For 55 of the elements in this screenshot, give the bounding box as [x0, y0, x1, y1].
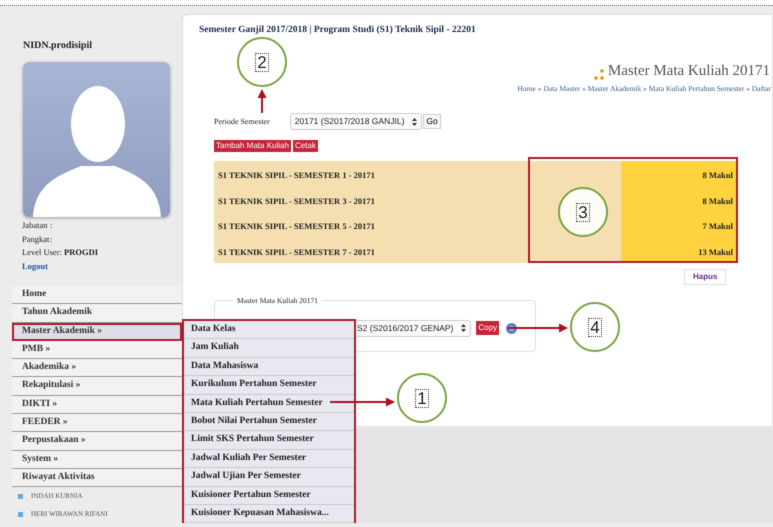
- submenu-item[interactable]: Kurikulum Pertahun Semester: [184, 376, 354, 395]
- callout-number: 4: [589, 318, 601, 336]
- menu-item[interactable]: System »: [12, 450, 182, 469]
- help-icon[interactable]: [506, 322, 518, 334]
- submenu-item[interactable]: Data Kelas: [184, 321, 354, 340]
- menu-item[interactable]: Riwayat Aktivitas: [12, 468, 182, 488]
- submenu-item[interactable]: Jadwal Kuliah Per Semester: [184, 450, 354, 468]
- bullet-icon: [18, 494, 23, 499]
- callout-number: 2: [256, 54, 268, 70]
- submenu-item[interactable]: Bobot Nilai Pertahun Semester: [184, 412, 354, 432]
- page-header: Semester Ganjil 2017/2018 | Program Studi (S1) Teknik Sipil - 22201: [199, 24, 477, 37]
- menu-item[interactable]: PMB »: [12, 340, 182, 360]
- submenu-item[interactable]: Jadwal Ujian Per Semester: [184, 468, 354, 487]
- menu-item[interactable]: Home: [12, 286, 182, 304]
- menu-item[interactable]: Perpustakaan »: [12, 432, 182, 451]
- action-button[interactable]: Tambah Mata Kuliah: [214, 140, 291, 152]
- arrow: [258, 89, 266, 113]
- menu-item[interactable]: Master Akademik »: [12, 322, 182, 341]
- updown-icon: [412, 118, 418, 126]
- submenu-item[interactable]: Jam Kuliah: [184, 339, 354, 358]
- field-separator: :: [50, 232, 52, 246]
- field-separator: :: [50, 219, 52, 232]
- group-title[interactable]: S1 TEKNIK SIPIL - SEMESTER 7 - 20171: [214, 238, 621, 263]
- field-label: Jabatan: [22, 219, 48, 232]
- course-count: 8 Makul: [621, 161, 736, 186]
- action-button[interactable]: Cetak: [292, 140, 318, 152]
- menu-item[interactable]: FEEDER »: [12, 414, 182, 432]
- page-title: Master Mata Kuliah 20171: [608, 63, 770, 80]
- period-select[interactable]: 20171 (S2017/2018 GANJIL): [290, 113, 422, 130]
- arrow: [330, 398, 395, 406]
- copy-button[interactable]: Copy: [476, 321, 500, 336]
- menu-item[interactable]: Rekapitulasi »: [12, 377, 182, 396]
- delete-button[interactable]: Hapus: [684, 269, 726, 285]
- submenu-item[interactable]: Kuisioner Pertahun Semester: [184, 486, 354, 505]
- submenu-item[interactable]: Data Mahasiswa: [184, 358, 354, 376]
- menu-item[interactable]: Tahun Akademik: [12, 304, 182, 323]
- callout-number: 1: [416, 390, 428, 406]
- submenu-item[interactable]: Mata Kuliah Pertahun Semester: [184, 394, 354, 413]
- course-count: 7 Makul: [621, 212, 736, 238]
- group-title[interactable]: S1 TEKNIK SIPIL - SEMESTER 1 - 20171: [214, 161, 621, 186]
- logout-link[interactable]: Logout: [22, 260, 48, 270]
- submenu-item[interactable]: Kuisioner Kepuasan Mahasiswa...: [184, 504, 354, 524]
- course-count: 8 Makul: [621, 186, 736, 212]
- dots-icon: [594, 69, 605, 80]
- arrow: [508, 324, 568, 332]
- username: NIDN.prodisipil: [23, 39, 92, 53]
- menu-item[interactable]: Akademika »: [12, 359, 182, 378]
- updown-icon: [461, 324, 466, 332]
- level-text: Level User: PROGDI: [22, 246, 100, 259]
- field-label: Periode Semester: [214, 116, 270, 128]
- field-label: Pangkat: [22, 232, 50, 246]
- bullet-icon: [18, 512, 23, 517]
- menu-item[interactable]: DIKTI »: [12, 396, 182, 414]
- go-button[interactable]: Go: [423, 114, 441, 129]
- submenu-item[interactable]: Limit SKS Pertahun Semester: [184, 431, 354, 450]
